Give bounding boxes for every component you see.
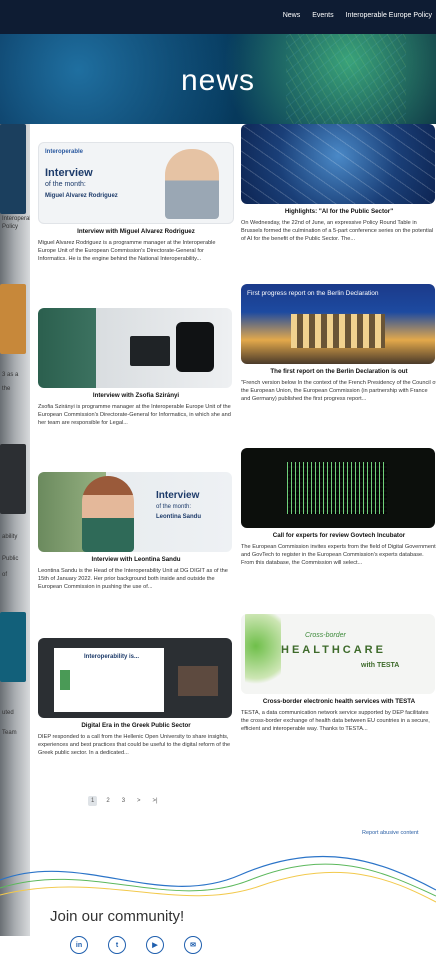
card-title[interactable]: Interview with Leontina Sandu bbox=[38, 556, 234, 564]
image-banner-text: First progress report on the Berlin Decl… bbox=[247, 290, 379, 297]
news-card[interactable]: First progress report on the Berlin Decl… bbox=[241, 284, 436, 403]
ghost-text: Team bbox=[2, 730, 17, 736]
pagination: 1 2 3 > >| bbox=[88, 796, 161, 806]
news-card[interactable]: Interoperable Interview of the month: Mi… bbox=[38, 142, 234, 263]
image-kicker: Interoperable bbox=[45, 149, 84, 155]
news-card[interactable]: Call for experts for review Govtech Incu… bbox=[241, 448, 436, 567]
card-title[interactable]: Interview with Zsofia Szirányi bbox=[38, 392, 234, 400]
next-page-button[interactable]: > bbox=[134, 796, 144, 806]
camera-graphic bbox=[176, 322, 214, 372]
card-image bbox=[241, 124, 435, 204]
card-title[interactable]: Highlights: "AI for the Public Sector" bbox=[241, 208, 436, 216]
email-icon[interactable]: ✉ bbox=[184, 936, 202, 954]
ghost-text: ability bbox=[2, 534, 18, 540]
card-title[interactable]: Interview with Miguel Alvarez Rodriguez bbox=[38, 228, 234, 236]
image-person-name: Leontina Sandu bbox=[156, 514, 201, 520]
ghost-card-image bbox=[0, 444, 26, 514]
matrix-graphic bbox=[287, 462, 387, 514]
ghost-text: the bbox=[2, 386, 11, 392]
gate-graphic bbox=[291, 314, 385, 348]
card-image bbox=[241, 448, 435, 528]
card-description: "French version below In the context of … bbox=[241, 380, 436, 402]
news-card[interactable]: Interoperability is... Digital Era in th… bbox=[38, 638, 234, 757]
portrait-photo bbox=[82, 476, 134, 552]
laptop-graphic bbox=[130, 336, 170, 366]
top-navigation-bar: News Events Interoperable Europe Policy bbox=[0, 0, 436, 34]
ghost-text: of bbox=[2, 572, 8, 578]
left-page-overlay: Interoperable Policy 3 as a the ability … bbox=[0, 124, 37, 936]
card-description: Miguel Alvarez Rodriguez is a programme … bbox=[38, 240, 216, 262]
card-image: First progress report on the Berlin Decl… bbox=[241, 284, 435, 364]
slide-accent bbox=[60, 670, 70, 690]
nav-news[interactable]: News bbox=[283, 12, 301, 19]
ghost-text: Public bbox=[2, 556, 19, 562]
network-graphic bbox=[241, 124, 435, 204]
speaker-video bbox=[178, 666, 218, 696]
card-image: Interoperable Interview of the month: Mi… bbox=[38, 142, 234, 224]
news-card[interactable]: Highlights: "AI for the Public Sector" O… bbox=[241, 124, 436, 243]
card-image: Cross-border HEALTHCARE with TESTA bbox=[241, 614, 435, 694]
card-image bbox=[38, 308, 232, 388]
image-kicker: Cross-border bbox=[305, 632, 346, 639]
card-image: Interoperability is... bbox=[38, 638, 232, 718]
card-title[interactable]: The first report on the Berlin Declarati… bbox=[241, 368, 436, 376]
image-subheadline: of the month: bbox=[156, 504, 192, 510]
page-1-button[interactable]: 1 bbox=[88, 796, 98, 806]
email-glyph: ✉ bbox=[190, 942, 196, 949]
nav-interoperable-europe-policy[interactable]: Interoperable Europe Policy bbox=[346, 12, 432, 19]
youtube-glyph: ▶ bbox=[152, 942, 158, 949]
page-3-button[interactable]: 3 bbox=[119, 796, 128, 806]
page-title: news bbox=[180, 64, 256, 97]
ghost-text: 3 as a bbox=[2, 372, 19, 378]
image-headline: Interview bbox=[45, 167, 93, 179]
slide-title: Interoperability is... bbox=[84, 654, 140, 660]
card-image: Interview of the month: Leontina Sandu bbox=[38, 472, 232, 552]
card-title[interactable]: Call for experts for review Govtech Incu… bbox=[241, 532, 436, 540]
youtube-icon[interactable]: ▶ bbox=[146, 936, 164, 954]
nav-events[interactable]: Events bbox=[312, 12, 333, 19]
card-description: The European Commission invites experts … bbox=[241, 544, 436, 566]
news-list: Interoperable Interview of the month: Mi… bbox=[30, 124, 436, 936]
card-title[interactable]: Digital Era in the Greek Public Sector bbox=[38, 722, 234, 730]
card-description: Leontina Sandu is the Head of the Intero… bbox=[38, 568, 228, 590]
linkedin-icon[interactable]: in bbox=[70, 936, 88, 954]
hero-banner: news bbox=[0, 34, 436, 124]
news-card[interactable]: Cross-border HEALTHCARE with TESTA Cross… bbox=[241, 614, 436, 733]
image-person-name: Miguel Alvarez Rodriguez bbox=[45, 193, 118, 199]
linkedin-glyph: in bbox=[75, 941, 83, 949]
last-page-button[interactable]: >| bbox=[150, 796, 161, 806]
community-heading: Join our community! bbox=[50, 908, 185, 925]
card-description: TESTA, a data communication network serv… bbox=[241, 710, 430, 732]
page-2-button[interactable]: 2 bbox=[103, 796, 112, 806]
news-card[interactable]: Interview of the month: Leontina Sandu I… bbox=[38, 472, 234, 591]
card-title[interactable]: Cross-border electronic health services … bbox=[241, 698, 436, 706]
image-subheadline: of the month: bbox=[45, 181, 86, 188]
portrait-photo bbox=[165, 149, 219, 219]
twitter-icon[interactable]: t bbox=[108, 936, 126, 954]
ghost-card-image bbox=[0, 124, 26, 214]
image-headline: HEALTHCARE bbox=[281, 644, 386, 656]
image-headline: Interview bbox=[156, 490, 200, 501]
leaf-graphic bbox=[245, 614, 281, 694]
twitter-glyph: t bbox=[115, 941, 119, 949]
footer-wave bbox=[0, 855, 436, 903]
top-nav: News Events Interoperable Europe Policy bbox=[283, 12, 432, 19]
ghost-text: Policy bbox=[2, 224, 19, 230]
image-subheadline: with TESTA bbox=[361, 662, 400, 669]
ghost-text: uted bbox=[2, 710, 14, 716]
news-card[interactable]: Interview with Zsofia Szirányi Zsofia Sz… bbox=[38, 308, 234, 427]
report-abusive-content-link[interactable]: Report abusive content bbox=[362, 830, 419, 836]
card-description: Zsofia Szirányi is programme manager at … bbox=[38, 404, 231, 426]
ghost-card-image bbox=[0, 612, 26, 682]
slide-graphic: Interoperability is... bbox=[54, 648, 164, 712]
card-description: On Wednesday, the 22nd of June, an expre… bbox=[241, 220, 434, 242]
card-description: DIEP responded to a call from the Hellen… bbox=[38, 734, 231, 756]
ghost-card-image bbox=[0, 284, 26, 354]
